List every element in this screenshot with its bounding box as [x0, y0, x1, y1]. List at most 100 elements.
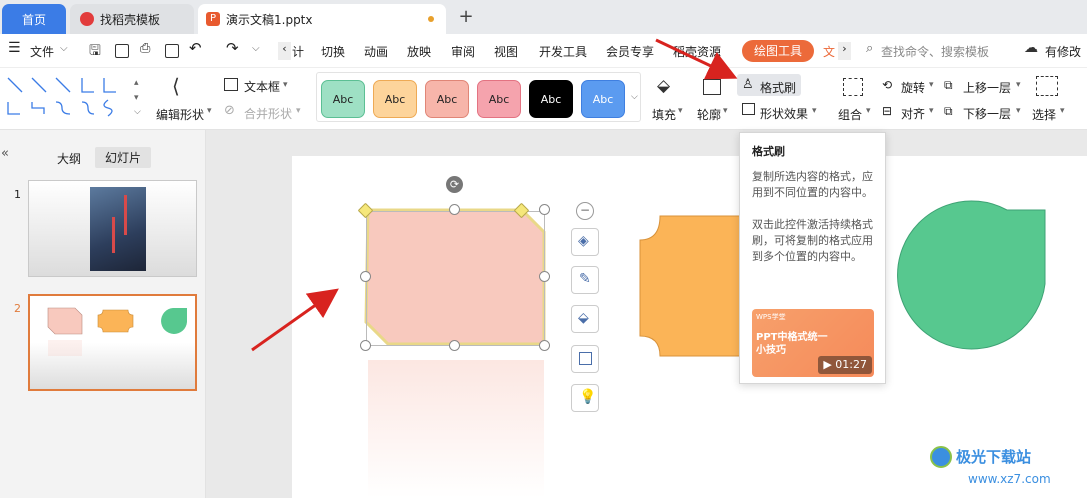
- night-photo-image: [90, 187, 146, 271]
- menu-text-tool[interactable]: 文: [823, 43, 835, 60]
- hamburger-icon[interactable]: ☰: [8, 40, 21, 56]
- shape-effect-button[interactable]: 形状效果: [760, 105, 808, 122]
- outline-tool-button[interactable]: [571, 345, 599, 373]
- tab-home[interactable]: 首页: [2, 4, 66, 34]
- gallery-expand-icon[interactable]: ⌵: [134, 107, 141, 117]
- resize-handle-bottom-left[interactable]: [360, 340, 371, 351]
- align-icon: ⊟: [882, 104, 893, 118]
- tooltip-title: 格式刷: [752, 145, 785, 158]
- elbow-arrow-icon: [103, 78, 116, 93]
- merge-shape-icon: ⊘: [224, 103, 235, 118]
- menu-design[interactable]: 计: [292, 43, 304, 60]
- undo-icon[interactable]: ↶: [189, 39, 202, 57]
- slide-thumbnail-2[interactable]: [28, 294, 197, 391]
- fill-tool-button[interactable]: ⬙: [571, 305, 599, 333]
- tab-drawing-tools[interactable]: 绘图工具: [742, 40, 814, 62]
- align-button[interactable]: 对齐: [901, 105, 925, 122]
- merge-shape-button[interactable]: 合并形状: [244, 105, 292, 122]
- shape-style-salmon[interactable]: Abc: [425, 80, 469, 118]
- chevron-down-icon: ▾: [929, 80, 934, 90]
- resize-handle-top[interactable]: [449, 204, 460, 215]
- bring-forward-button[interactable]: 上移一层: [963, 79, 1011, 96]
- resize-handle-bottom[interactable]: [449, 340, 460, 351]
- shape-style-orange[interactable]: Abc: [373, 80, 417, 118]
- thumb-reflection: [48, 340, 82, 356]
- cloud-icon: ☁: [1024, 40, 1038, 56]
- edit-shape-button[interactable]: 编辑形状: [156, 106, 204, 123]
- send-backward-button[interactable]: 下移一层: [963, 105, 1011, 122]
- text-box-button[interactable]: 文本框: [244, 78, 280, 95]
- green-teardrop-shape[interactable]: [897, 200, 1046, 350]
- scroll-right-icon[interactable]: ›: [838, 42, 851, 60]
- outline-icon: [703, 79, 721, 95]
- new-tab-icon[interactable]: +: [456, 6, 476, 27]
- line-shape-icon: [7, 77, 23, 93]
- collapse-toolbar-icon[interactable]: −: [576, 202, 594, 220]
- menu-docer-resources[interactable]: 稻壳资源: [673, 43, 721, 60]
- redo-icon[interactable]: ↷: [226, 39, 239, 57]
- smart-tool-button[interactable]: 💡: [571, 384, 599, 412]
- search-icon: ⌕: [866, 41, 874, 56]
- style-brush-button[interactable]: ✎: [571, 266, 599, 294]
- menu-file[interactable]: 文件: [30, 43, 54, 60]
- resize-handle-bottom-right[interactable]: [539, 340, 550, 351]
- layer-button[interactable]: ◈: [571, 228, 599, 256]
- shape-style-green[interactable]: Abc: [321, 80, 365, 118]
- send-backward-icon: ⧉: [944, 104, 953, 118]
- preview-icon[interactable]: [165, 44, 179, 58]
- gallery-down-icon[interactable]: ▾: [134, 93, 139, 103]
- thumb-pink-shape: [47, 307, 83, 335]
- menu-developer[interactable]: 开发工具: [539, 43, 587, 60]
- menu-member[interactable]: 会员专享: [606, 43, 654, 60]
- collapse-panel-icon[interactable]: «: [1, 146, 9, 161]
- has-changes-status[interactable]: 有修改: [1045, 43, 1081, 60]
- menu-review[interactable]: 审阅: [451, 43, 475, 60]
- chevron-down-icon: ▾: [207, 106, 212, 116]
- gallery-up-icon[interactable]: ▴: [134, 78, 139, 88]
- tab-outline[interactable]: 大纲: [57, 150, 81, 167]
- shape-style-blue[interactable]: Abc: [581, 80, 625, 118]
- shape-style-black[interactable]: Abc: [529, 80, 573, 118]
- shape-gallery[interactable]: [4, 74, 144, 122]
- curved-connector-icon: [31, 102, 45, 114]
- group-button[interactable]: 组合: [838, 106, 862, 123]
- menu-animation[interactable]: 动画: [364, 43, 388, 60]
- resize-handle-right[interactable]: [539, 271, 550, 282]
- menu-slideshow[interactable]: 放映: [407, 43, 431, 60]
- fill-button[interactable]: 填充: [652, 106, 676, 123]
- thumb-orange-shape: [97, 309, 134, 333]
- format-brush-label: 格式刷: [760, 81, 797, 95]
- style-gallery-expand-icon[interactable]: ⌵: [631, 92, 638, 102]
- pink-snip-rectangle[interactable]: [364, 208, 546, 346]
- print-icon[interactable]: ⎙: [140, 41, 150, 56]
- select-button[interactable]: 选择: [1032, 106, 1056, 123]
- edit-shape-icon: ⟨: [172, 74, 180, 98]
- layers-icon: ◈: [578, 233, 589, 249]
- tab-template[interactable]: 找稻壳模板: [70, 4, 194, 34]
- command-search-input[interactable]: 查找命令、搜索模板: [881, 43, 989, 60]
- tutorial-video-card[interactable]: WPS学堂 PPT中格式统一小技巧 ▶ 01:27: [752, 309, 874, 377]
- save-icon[interactable]: 🖫: [89, 40, 101, 64]
- chevron-down-icon[interactable]: ⌵: [60, 43, 68, 54]
- slide-thumbnail-1[interactable]: [28, 180, 197, 277]
- play-icon: ▶: [823, 358, 832, 371]
- resize-handle-top-right[interactable]: [539, 204, 550, 215]
- slide-thumbnail-shapes: [47, 307, 187, 356]
- menu-transition[interactable]: 切换: [321, 43, 345, 60]
- chevron-down-icon: ▾: [296, 106, 301, 116]
- rotate-handle-icon[interactable]: ⟳: [446, 176, 463, 193]
- outline-button[interactable]: 轮廓: [697, 106, 721, 123]
- tab-slides[interactable]: 幻灯片: [95, 147, 152, 168]
- orange-plaque-shape[interactable]: [639, 215, 743, 357]
- tab-bar: 首页 找稻壳模板 P 演示文稿1.pptx +: [0, 0, 1087, 34]
- customize-icon[interactable]: ⌵: [252, 43, 260, 54]
- watermark-url: www.xz7.com: [968, 472, 1051, 486]
- shape-style-pink[interactable]: Abc: [477, 80, 521, 118]
- watermark-text: 极光下载站: [956, 448, 1032, 466]
- export-icon[interactable]: [115, 44, 129, 58]
- tab-document[interactable]: P 演示文稿1.pptx: [198, 4, 446, 34]
- rotate-button[interactable]: 旋转: [901, 79, 925, 96]
- menu-view[interactable]: 视图: [494, 43, 518, 60]
- resize-handle-left[interactable]: [360, 271, 371, 282]
- scroll-left-icon[interactable]: ‹: [278, 42, 291, 60]
